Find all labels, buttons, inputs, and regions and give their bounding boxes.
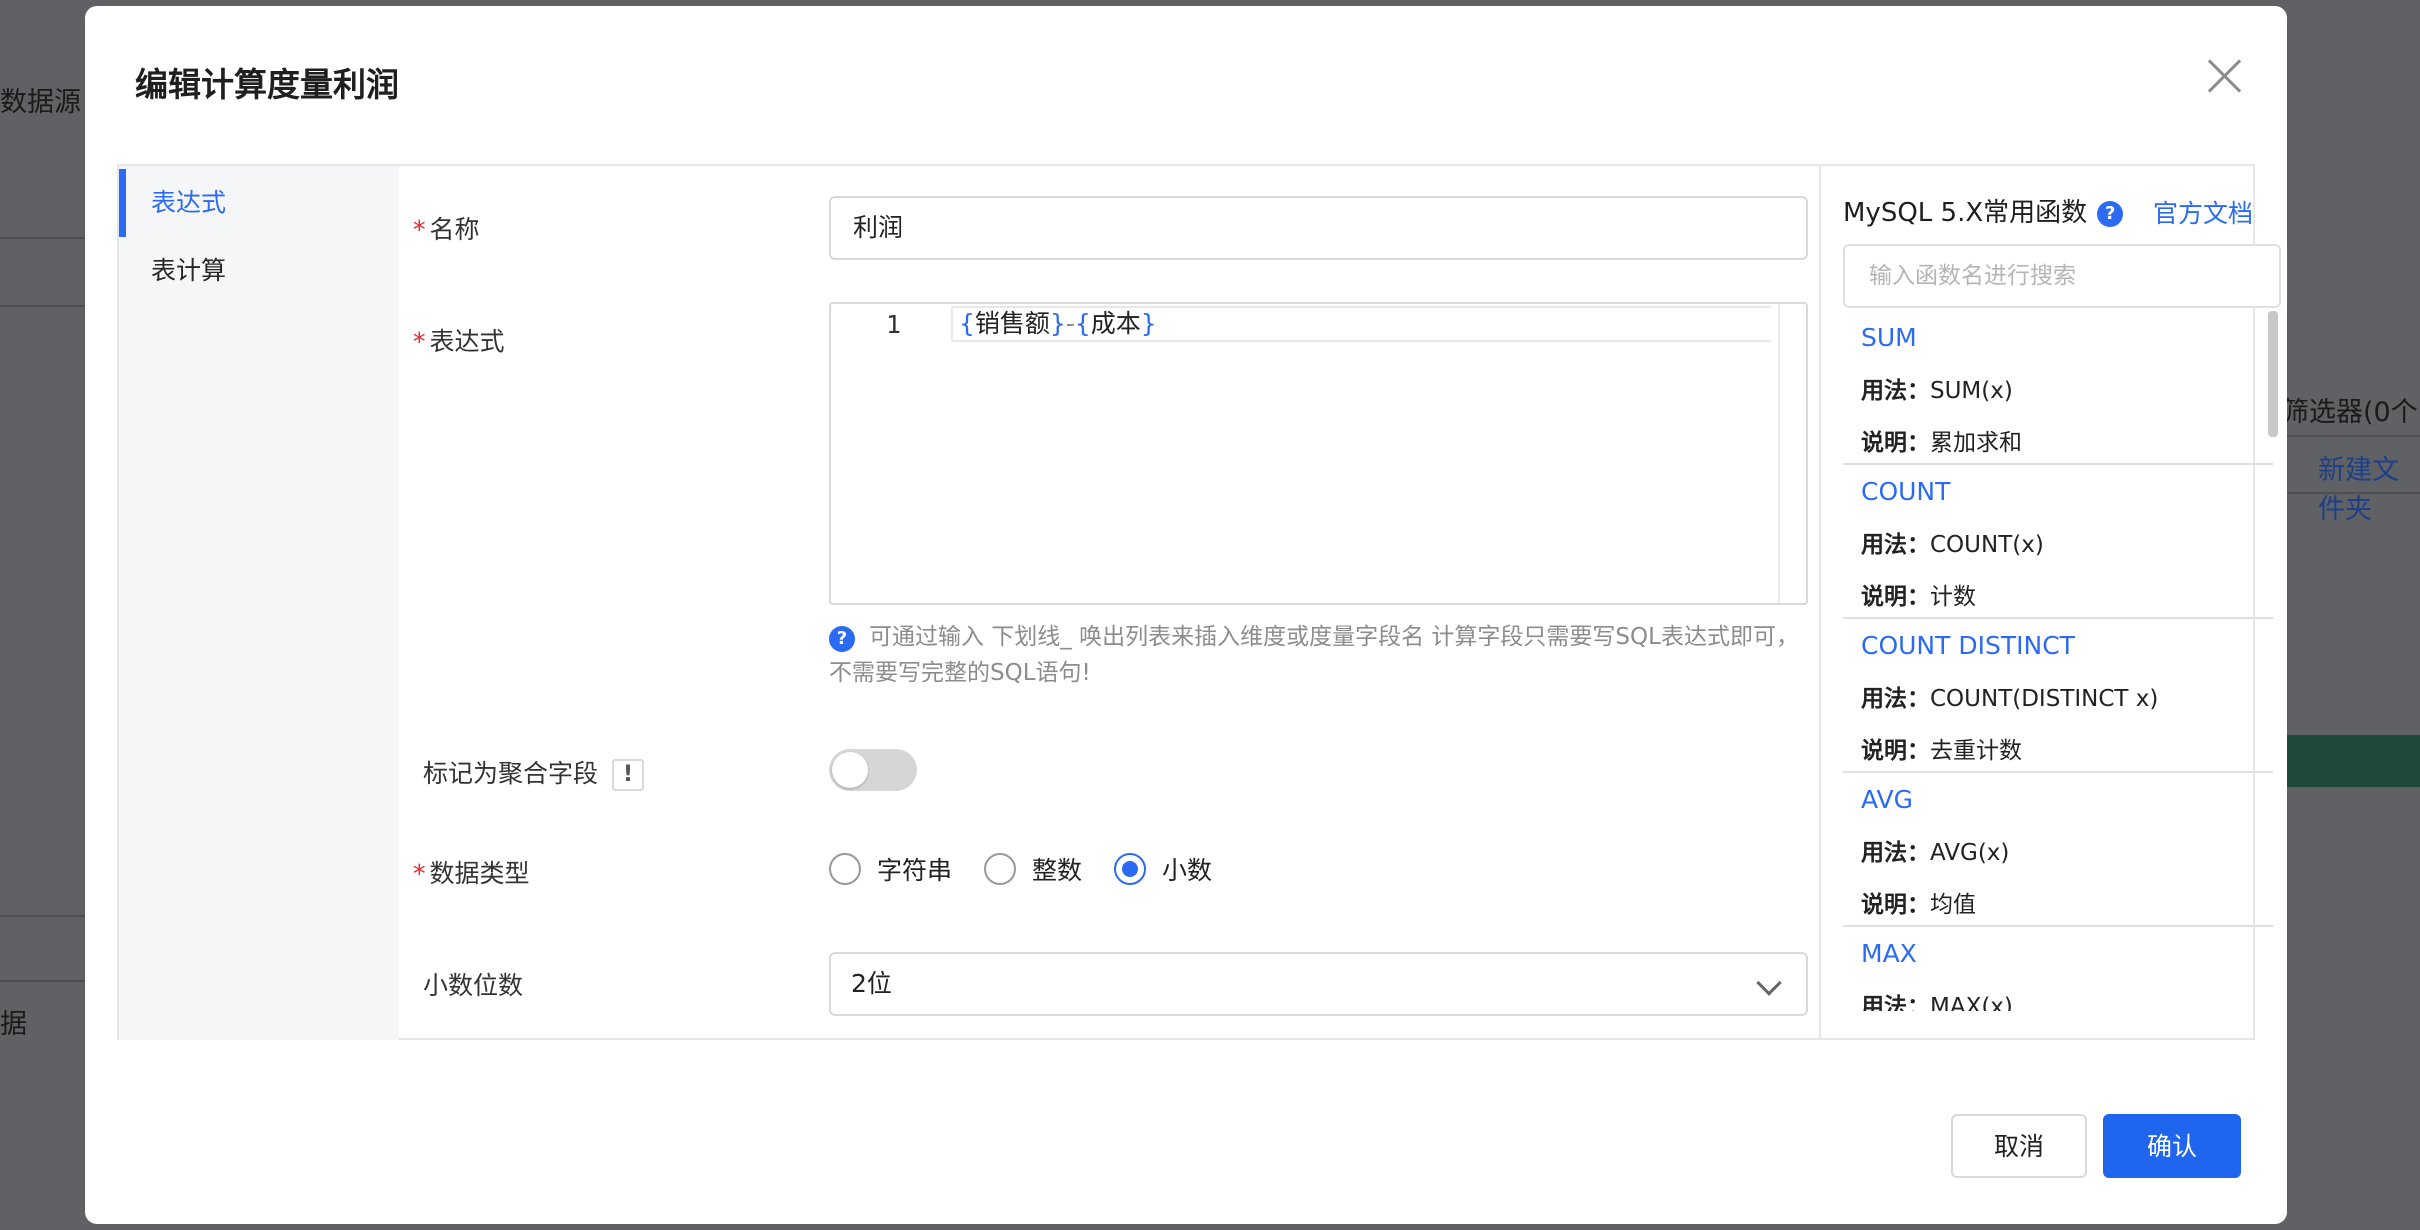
data-type-label: * 数据类型 (413, 859, 530, 888)
function-panel: MySQL 5.X常用函数? 官方文档 SUM 用法：SUM(x) 说明：累加求… (1819, 166, 2281, 1040)
radio-integer[interactable]: 整数 (984, 851, 1082, 887)
bg-divider (0, 237, 85, 239)
editor-scrollbar[interactable] (1778, 304, 1806, 603)
chevron-down-icon (1756, 970, 1782, 996)
function-name[interactable]: COUNT DISTINCT (1861, 631, 2075, 660)
side-nav: 表达式 表计算 (119, 166, 399, 1040)
radio-decimal[interactable]: 小数 (1114, 851, 1212, 887)
function-usage: 用法：AVG(x) (1861, 840, 2010, 866)
function-name[interactable]: SUM (1861, 323, 1917, 352)
dialog-title: 编辑计算度量利润 (135, 65, 399, 104)
decimals-select[interactable]: 2位 (829, 952, 1808, 1016)
official-docs-link[interactable]: 官方文档 (2153, 194, 2253, 230)
bg-divider (0, 980, 85, 982)
data-type-radio-group: 字符串 整数 小数 (829, 849, 1244, 889)
function-name[interactable]: MAX (1861, 939, 1917, 968)
aggregate-label: 标记为聚合字段! (423, 754, 645, 791)
bg-divider (0, 915, 85, 917)
required-mark: * (413, 859, 426, 888)
function-usage: 用法：SUM(x) (1861, 378, 2013, 404)
expression-editor[interactable]: 1 {销售额}-{成本} (829, 302, 1808, 605)
code-line[interactable]: {销售额}-{成本} (951, 306, 1771, 342)
bg-new-folder-link: 新建文件夹 (2318, 455, 2399, 525)
radio-circle[interactable] (829, 853, 861, 885)
decimals-label: 小数位数 (423, 971, 524, 1000)
name-input[interactable]: 利润 (829, 196, 1808, 260)
function-search-input[interactable] (1843, 244, 2281, 308)
required-mark: * (413, 327, 426, 356)
close-icon[interactable] (2205, 56, 2245, 96)
list-item: COUNT 用法：COUNT(x) 说明：计数 (1843, 465, 2273, 619)
bg-highlight-bar (2280, 735, 2420, 787)
code-field-cost: 成本 (1090, 309, 1141, 338)
aggregate-toggle[interactable] (829, 749, 917, 791)
radio-circle[interactable] (984, 853, 1017, 885)
nav-item-table-calc[interactable]: 表计算 (119, 237, 399, 305)
dialog-content: 表达式 表计算 * 名称 利润 * 表达式 1 {销售额}-{成本} ? 可通过输入… (117, 164, 2281, 1040)
expression-hint: 可通过输入 下划线_ 唤出列表来插入维度或度量字段名 计算字段只需要写SQL表达… (829, 624, 1799, 686)
bg-label-datasource: 数据源 (0, 87, 81, 118)
radio-circle[interactable] (1114, 853, 1147, 885)
code-field-sales: 销售额 (974, 309, 1050, 338)
required-mark: * (413, 215, 426, 244)
confirm-button[interactable]: 确认 (2103, 1114, 2241, 1178)
bg-divider (2287, 435, 2420, 437)
measure-form: * 名称 利润 * 表达式 1 {销售额}-{成本} ? 可通过输入 下划线_ 唤出… (399, 166, 1808, 1040)
list-item: COUNT DISTINCT 用法：COUNT(DISTINCT x) 说明：去… (1843, 619, 2273, 773)
function-list: SUM 用法：SUM(x) 说明：累加求和 COUNT 用法：COUNT(x) … (1843, 311, 2273, 1011)
bg-divider (2287, 492, 2420, 494)
toggle-knob (832, 752, 868, 788)
radio-string[interactable]: 字符串 (829, 851, 952, 887)
edit-measure-dialog: 编辑计算度量利润 表达式 表计算 * 名称 利润 * 表达式 1 {销售额}-{成本… (85, 6, 2287, 1224)
expression-label: * 表达式 (413, 327, 505, 356)
list-item: SUM 用法：SUM(x) 说明：累加求和 (1843, 311, 2273, 465)
list-item: MAX 用法：MAX(x) (1843, 927, 2273, 1011)
function-desc: 说明：去重计数 (1861, 738, 2022, 764)
bg-label-data: 据 (0, 1009, 27, 1040)
function-name[interactable]: AVG (1861, 785, 1913, 814)
function-desc: 说明：累加求和 (1861, 430, 2022, 456)
function-list-scrollbar[interactable] (2268, 311, 2278, 437)
bg-divider (0, 305, 85, 307)
exclamation-icon[interactable]: ! (612, 759, 645, 791)
line-number: 1 (886, 310, 902, 339)
function-panel-title: MySQL 5.X常用函数? (1843, 192, 2124, 229)
function-name[interactable]: COUNT (1861, 477, 1950, 506)
function-desc: 说明：均值 (1861, 892, 1976, 918)
nav-item-expression[interactable]: 表达式 (119, 169, 399, 237)
cancel-button[interactable]: 取消 (1951, 1114, 2087, 1178)
function-usage: 用法：MAX(x) (1861, 994, 2013, 1011)
function-desc: 说明：计数 (1861, 584, 1976, 610)
function-usage: 用法：COUNT(x) (1861, 532, 2044, 558)
bg-label-filter: 筛选器(0个 (2282, 397, 2418, 428)
list-item: AVG 用法：AVG(x) 说明：均值 (1843, 773, 2273, 927)
code-operator: - (1065, 309, 1075, 338)
name-label: * 名称 (413, 215, 480, 244)
help-icon[interactable]: ? (2097, 201, 2124, 227)
function-usage: 用法：COUNT(DISTINCT x) (1861, 686, 2159, 712)
